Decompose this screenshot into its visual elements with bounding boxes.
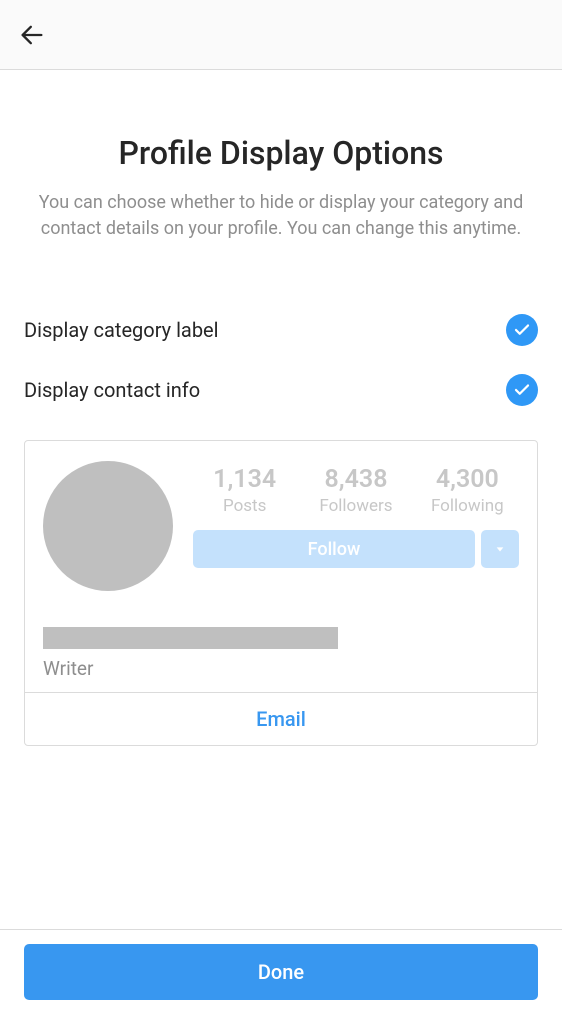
preview-top: 1,134 Posts 8,438 Followers 4,300 Follow… <box>25 441 537 692</box>
option-label: Display contact info <box>24 378 200 402</box>
stat-value: 8,438 <box>304 465 407 494</box>
options-list: Display category label Display contact i… <box>24 300 538 420</box>
follow-row: Follow <box>193 530 519 568</box>
avatar-placeholder <box>43 461 173 591</box>
checkbox-contact[interactable] <box>506 374 538 406</box>
stat-label: Posts <box>193 496 296 516</box>
stat-followers: 8,438 Followers <box>304 465 407 516</box>
name-placeholder-bar <box>43 627 338 649</box>
check-icon <box>513 381 531 399</box>
checkbox-category[interactable] <box>506 314 538 346</box>
stat-label: Following <box>416 496 519 516</box>
preview-header-row: 1,134 Posts 8,438 Followers 4,300 Follow… <box>43 461 519 591</box>
content-area: Profile Display Options You can choose w… <box>0 134 562 746</box>
top-bar <box>0 0 562 70</box>
stat-following: 4,300 Following <box>416 465 519 516</box>
category-label: Writer <box>43 657 519 680</box>
follow-button: Follow <box>193 530 475 568</box>
option-display-category[interactable]: Display category label <box>24 300 538 360</box>
follow-dropdown-button <box>481 530 519 568</box>
check-icon <box>513 321 531 339</box>
stat-label: Followers <box>304 496 407 516</box>
stats-column: 1,134 Posts 8,438 Followers 4,300 Follow… <box>193 461 519 568</box>
done-button[interactable]: Done <box>24 944 538 1000</box>
arrow-left-icon <box>18 21 46 49</box>
stat-value: 4,300 <box>416 465 519 494</box>
profile-preview-card: 1,134 Posts 8,438 Followers 4,300 Follow… <box>24 440 538 746</box>
page-subtitle: You can choose whether to hide or displa… <box>24 190 538 242</box>
chevron-down-icon <box>495 544 505 554</box>
option-label: Display category label <box>24 318 219 342</box>
option-display-contact[interactable]: Display contact info <box>24 360 538 420</box>
stat-posts: 1,134 Posts <box>193 465 296 516</box>
bottom-bar: Done <box>0 929 562 1024</box>
stat-value: 1,134 <box>193 465 296 494</box>
page-title: Profile Display Options <box>24 134 538 172</box>
back-button[interactable] <box>12 15 52 55</box>
stats-row: 1,134 Posts 8,438 Followers 4,300 Follow… <box>193 465 519 516</box>
contact-email-button: Email <box>25 692 537 745</box>
